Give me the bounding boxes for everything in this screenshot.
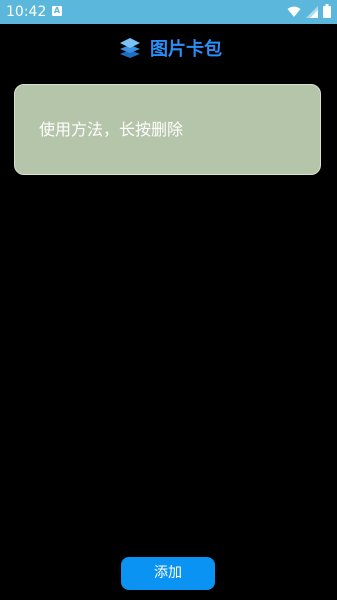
status-bar: 10:42 A: [0, 0, 337, 24]
signal-icon: [306, 3, 318, 22]
instruction-card[interactable]: 使用方法，长按删除: [14, 84, 321, 175]
wifi-icon: [287, 3, 301, 22]
app-title: 图片卡包: [150, 39, 222, 60]
instruction-text: 使用方法，长按删除: [39, 120, 184, 139]
layers-icon: [118, 36, 142, 64]
app-header: 图片卡包: [0, 34, 337, 64]
battery-icon: [323, 3, 331, 22]
status-icons: [287, 3, 331, 22]
status-time: 10:42: [6, 4, 47, 20]
add-button[interactable]: 添加: [121, 557, 215, 590]
notification-a-icon: A: [52, 6, 62, 16]
